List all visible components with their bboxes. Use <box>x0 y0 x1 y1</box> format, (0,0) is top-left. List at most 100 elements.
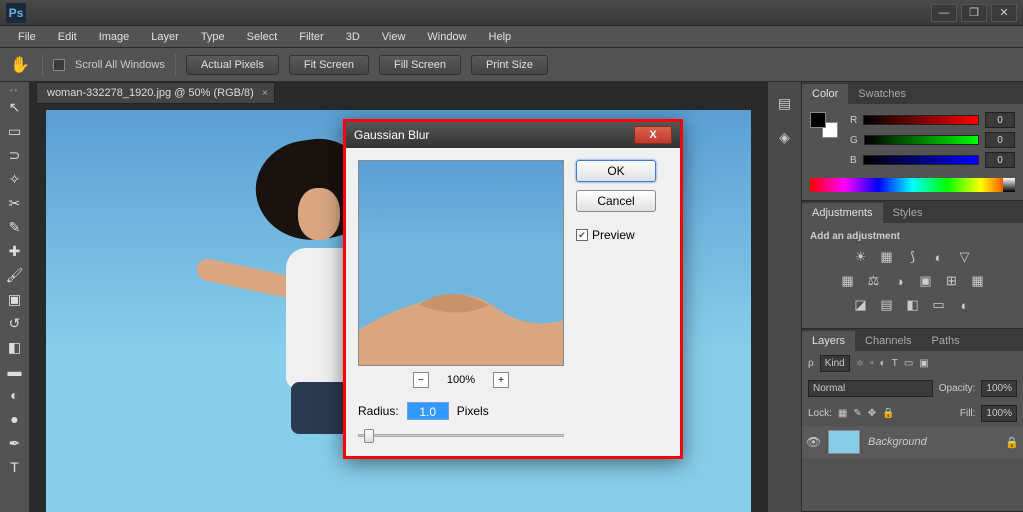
map-icon[interactable]: ▭ <box>930 296 948 314</box>
ok-button[interactable]: OK <box>576 160 656 182</box>
brightness-icon[interactable]: ☀ <box>852 248 870 266</box>
scroll-all-checkbox[interactable] <box>53 59 65 71</box>
menu-3d[interactable]: 3D <box>336 29 370 45</box>
radius-slider-thumb[interactable] <box>364 429 374 443</box>
move-tool[interactable]: ↖ <box>3 96 27 118</box>
eyedropper-tool[interactable]: ✎ <box>3 216 27 238</box>
menu-help[interactable]: Help <box>479 29 522 45</box>
gradient-tool[interactable]: ▬ <box>3 360 27 382</box>
r-slider[interactable] <box>863 115 979 125</box>
kind-select[interactable]: Kind <box>820 355 850 372</box>
g-slider[interactable] <box>864 135 979 145</box>
lock-all-icon[interactable]: 🔒 <box>882 408 894 419</box>
minimize-button[interactable]: — <box>931 4 957 22</box>
tab-styles[interactable]: Styles <box>883 203 933 223</box>
vibrance-icon[interactable]: ▽ <box>956 248 974 266</box>
maximize-button[interactable]: ❐ <box>961 4 987 22</box>
lasso-tool[interactable]: ⊃ <box>3 144 27 166</box>
filter-shape-icon[interactable]: ▭ <box>904 358 913 369</box>
print-size-button[interactable]: Print Size <box>471 55 548 75</box>
menu-image[interactable]: Image <box>89 29 140 45</box>
brush-tool[interactable]: 🖌 <box>3 264 27 286</box>
lock-trans-icon[interactable]: ▦ <box>838 408 847 419</box>
lock-paint-icon[interactable]: ✎ <box>853 408 861 419</box>
lock-move-icon[interactable]: ✥ <box>868 408 876 419</box>
zoom-in-button[interactable]: + <box>493 372 509 388</box>
marquee-tool[interactable]: ▭ <box>3 120 27 142</box>
tab-adjustments[interactable]: Adjustments <box>802 203 883 223</box>
close-tab-icon[interactable]: × <box>262 88 268 99</box>
exposure-icon[interactable]: ◐ <box>930 248 948 266</box>
selective-icon[interactable]: ◐ <box>956 296 974 314</box>
eraser-tool[interactable]: ◧ <box>3 336 27 358</box>
toolbox-grip[interactable]: •• <box>0 86 29 94</box>
pen-tool[interactable]: ✒ <box>3 432 27 454</box>
fit-screen-button[interactable]: Fit Screen <box>289 55 369 75</box>
tab-layers[interactable]: Layers <box>802 331 855 351</box>
tab-swatches[interactable]: Swatches <box>848 84 916 104</box>
preview-checkbox[interactable]: ✔ <box>576 229 588 241</box>
filter-adjust-icon[interactable]: ◐ <box>880 358 886 369</box>
close-window-button[interactable]: ✕ <box>991 4 1017 22</box>
r-value[interactable]: 0 <box>985 112 1015 128</box>
photo-filter-icon[interactable]: ▣ <box>917 272 935 290</box>
lookup-icon[interactable]: ▦ <box>969 272 987 290</box>
title-bar: Ps — ❐ ✕ <box>0 0 1023 26</box>
kind-label: ρ <box>808 358 814 369</box>
spectrum-picker[interactable] <box>810 178 1015 192</box>
menu-file[interactable]: File <box>8 29 46 45</box>
opacity-value[interactable]: 100% <box>981 380 1017 397</box>
visibility-icon[interactable]: 👁 <box>806 435 820 449</box>
g-value[interactable]: 0 <box>985 132 1015 148</box>
filter-type-icon[interactable]: T <box>892 358 898 369</box>
mixer-icon[interactable]: ⊞ <box>943 272 961 290</box>
filter-pixel-icon[interactable]: ▫ <box>870 358 874 369</box>
history-brush-tool[interactable]: ↺ <box>3 312 27 334</box>
preview-area[interactable] <box>358 160 564 366</box>
menu-window[interactable]: Window <box>417 29 476 45</box>
healing-tool[interactable]: ✚ <box>3 240 27 262</box>
fill-value[interactable]: 100% <box>981 405 1017 422</box>
stamp-tool[interactable]: ▣ <box>3 288 27 310</box>
layer-background[interactable]: 👁 Background 🔒 <box>802 426 1023 458</box>
radius-input[interactable]: 1.0 <box>407 402 449 420</box>
blur-tool[interactable]: ◐ <box>3 384 27 406</box>
menu-view[interactable]: View <box>372 29 416 45</box>
actual-pixels-button[interactable]: Actual Pixels <box>186 55 279 75</box>
fill-screen-button[interactable]: Fill Screen <box>379 55 461 75</box>
filter-smart-icon[interactable]: ▣ <box>919 358 928 369</box>
radius-slider[interactable] <box>358 426 564 444</box>
threshold-icon[interactable]: ◧ <box>904 296 922 314</box>
zoom-out-button[interactable]: − <box>413 372 429 388</box>
posterize-icon[interactable]: ▤ <box>878 296 896 314</box>
hue-icon[interactable]: ▦ <box>839 272 857 290</box>
magic-wand-tool[interactable]: ✧ <box>3 168 27 190</box>
curves-icon[interactable]: ⟆ <box>904 248 922 266</box>
dodge-tool[interactable]: ● <box>3 408 27 430</box>
menu-select[interactable]: Select <box>237 29 288 45</box>
levels-icon[interactable]: ▦ <box>878 248 896 266</box>
properties-panel-icon[interactable]: ◈ <box>774 126 796 148</box>
document-tab[interactable]: woman-332278_1920.jpg @ 50% (RGB/8) × <box>36 82 275 104</box>
menu-layer[interactable]: Layer <box>141 29 189 45</box>
tab-channels[interactable]: Channels <box>855 331 921 351</box>
bw-icon[interactable]: ◑ <box>891 272 909 290</box>
crop-tool[interactable]: ✂ <box>3 192 27 214</box>
history-panel-icon[interactable]: ▤ <box>774 92 796 114</box>
dialog-close-button[interactable]: X <box>634 126 672 144</box>
menu-edit[interactable]: Edit <box>48 29 87 45</box>
type-tool[interactable]: T <box>3 456 27 478</box>
preview-image <box>359 275 564 365</box>
blend-mode-select[interactable]: Normal <box>808 380 933 397</box>
balance-icon[interactable]: ⚖ <box>865 272 883 290</box>
cancel-button[interactable]: Cancel <box>576 190 656 212</box>
b-slider[interactable] <box>863 155 979 165</box>
dialog-title-bar[interactable]: Gaussian Blur X <box>346 122 680 148</box>
foreground-background-swatch[interactable] <box>810 112 838 138</box>
tab-color[interactable]: Color <box>802 84 848 104</box>
menu-type[interactable]: Type <box>191 29 235 45</box>
invert-icon[interactable]: ◪ <box>852 296 870 314</box>
menu-filter[interactable]: Filter <box>289 29 333 45</box>
b-value[interactable]: 0 <box>985 152 1015 168</box>
tab-paths[interactable]: Paths <box>922 331 970 351</box>
